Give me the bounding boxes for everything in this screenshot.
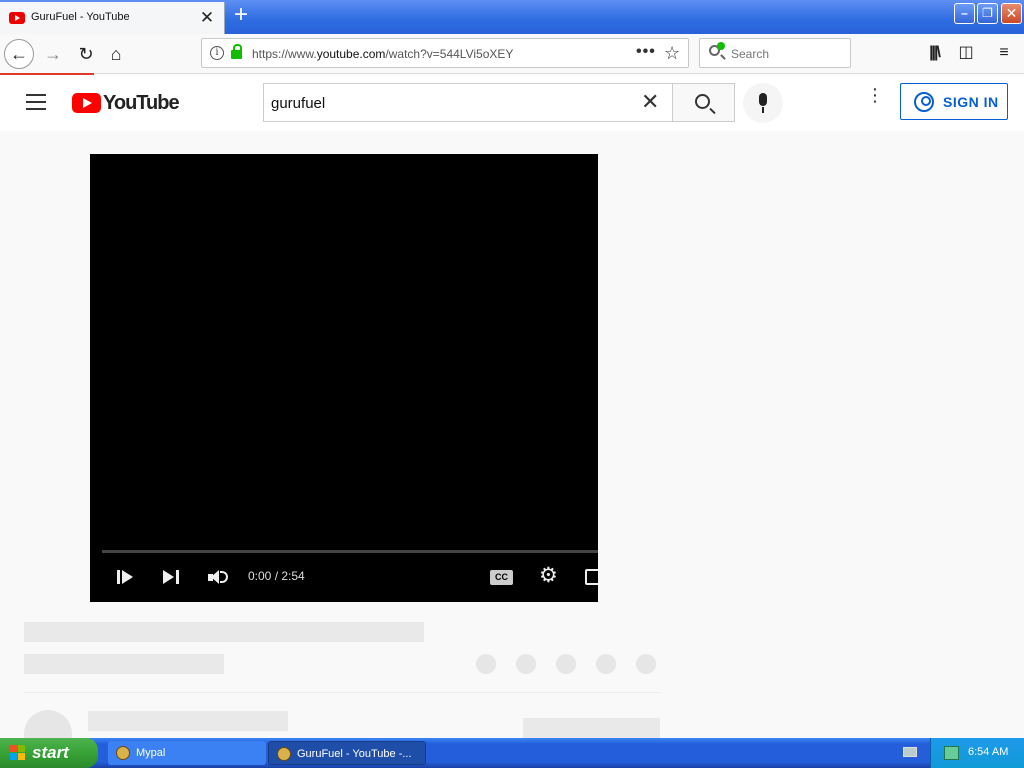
search-icon <box>695 94 710 109</box>
reload-button[interactable]: ↻ <box>71 39 101 69</box>
browser-search-placeholder: Search <box>731 47 770 61</box>
secure-lock-icon <box>231 44 242 59</box>
bookmark-star-icon[interactable]: ☆ <box>664 43 680 64</box>
subscribe-placeholder <box>523 718 660 740</box>
system-clock[interactable]: 6:54 AM <box>968 746 1008 758</box>
video-time-display: 0:00 / 2:54 <box>248 569 305 583</box>
address-bar[interactable]: i https://www.youtube.com/watch?v=544LVi… <box>201 38 689 68</box>
keyboard-language-icon[interactable] <box>903 747 917 757</box>
library-icon[interactable]: |||\ <box>924 43 944 63</box>
action-placeholder <box>596 654 616 674</box>
sign-in-label: SIGN IN <box>943 94 999 110</box>
taskbar-item-gurufuel-youtube[interactable]: GuruFuel - YouTube -... <box>268 741 426 765</box>
hamburger-menu-icon[interactable]: ≡ <box>994 43 1014 63</box>
new-tab-button[interactable]: + <box>229 3 253 28</box>
site-info-icon[interactable]: i <box>210 46 224 60</box>
action-placeholder <box>476 654 496 674</box>
browser-search-box[interactable]: Search <box>699 38 851 68</box>
windows-logo-icon <box>10 745 26 761</box>
start-label: start <box>32 743 69 762</box>
action-placeholder <box>556 654 576 674</box>
back-button[interactable]: ← <box>4 39 34 69</box>
settings-more-icon[interactable]: ⋮ <box>866 86 884 114</box>
network-tray-icon[interactable] <box>944 746 959 760</box>
windows-taskbar: start Mypal GuruFuel - YouTube -... 6:54… <box>0 738 1024 768</box>
browser-tab[interactable]: GuruFuel - YouTube ✕ <box>0 2 225 34</box>
guide-menu-icon[interactable] <box>26 94 46 110</box>
action-placeholder <box>636 654 656 674</box>
content-divider <box>24 692 660 693</box>
mypal-browser-icon <box>116 746 130 760</box>
channel-name-placeholder <box>88 711 288 731</box>
taskbar-item-label: Mypal <box>136 747 166 759</box>
youtube-wordmark: YouTube <box>103 92 180 114</box>
search-query-text[interactable]: gurufuel <box>271 95 325 112</box>
tab-title: GuruFuel - YouTube <box>31 11 130 23</box>
forward-button[interactable]: → <box>38 39 68 69</box>
close-tab-icon[interactable]: ✕ <box>198 9 216 27</box>
youtube-search-button[interactable] <box>672 83 735 122</box>
captions-button[interactable]: CC <box>490 570 513 585</box>
sidebar-toggle-icon[interactable]: ◫ <box>956 43 976 63</box>
clear-search-icon[interactable]: ✕ <box>641 91 659 113</box>
browser-tab-strip: GuruFuel - YouTube ✕ + – ❐ ✕ <box>0 0 1024 34</box>
title-placeholder <box>24 622 424 642</box>
video-player[interactable]: 0:00 / 2:54 CC ⚙ <box>90 154 598 602</box>
minimize-window-button[interactable]: – <box>954 3 975 24</box>
settings-gear-icon[interactable]: ⚙ <box>539 565 558 587</box>
home-button[interactable]: ⌂ <box>101 39 131 69</box>
sign-in-button[interactable]: SIGN IN <box>900 83 1008 120</box>
taskbar-item-label: GuruFuel - YouTube -... <box>297 748 412 760</box>
navigation-toolbar: ← → ↻ ⌂ i https://www.youtube.com/watch?… <box>0 34 1024 74</box>
youtube-masthead: YouTube gurufuel ✕ ⋮ SIGN IN <box>0 75 1024 131</box>
video-progress-bar[interactable] <box>102 550 598 553</box>
maximize-window-button[interactable]: ❐ <box>977 3 998 24</box>
close-window-button[interactable]: ✕ <box>1001 3 1022 24</box>
youtube-play-logo-icon <box>72 93 101 113</box>
action-placeholder <box>516 654 536 674</box>
add-search-engine-icon <box>717 42 725 50</box>
youtube-search-input[interactable]: gurufuel ✕ <box>263 83 672 122</box>
taskbar-item-mypal[interactable]: Mypal <box>108 741 266 765</box>
youtube-favicon-icon <box>9 12 25 24</box>
views-placeholder <box>24 654 224 674</box>
miniplayer-icon[interactable] <box>585 569 598 585</box>
mypal-browser-icon <box>277 747 291 761</box>
start-button[interactable]: start <box>0 738 98 768</box>
page-actions-icon[interactable]: ••• <box>636 43 656 61</box>
account-icon <box>914 92 934 112</box>
voice-search-icon[interactable] <box>743 83 783 123</box>
url-text[interactable]: https://www.youtube.com/watch?v=544LVi5o… <box>252 47 513 61</box>
system-tray: 6:54 AM <box>930 738 1024 768</box>
